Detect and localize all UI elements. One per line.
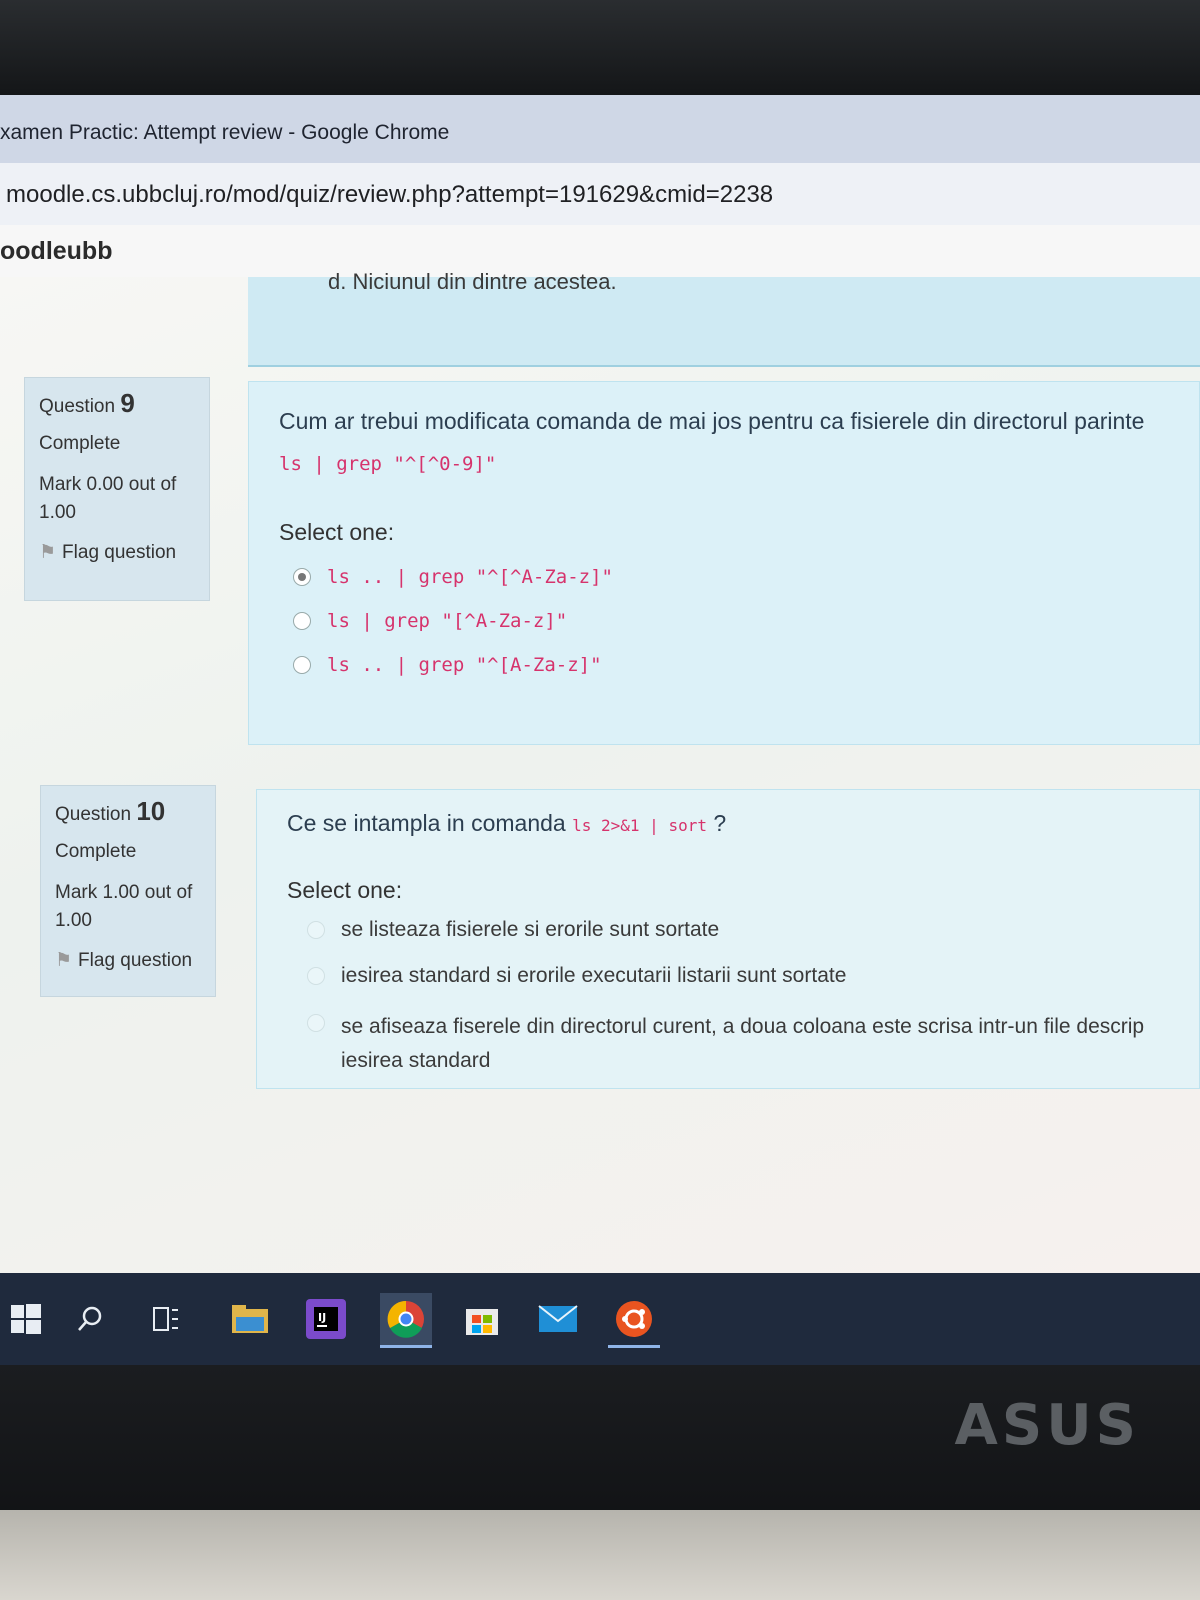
monitor-bezel-bottom: ASUS: [0, 1365, 1200, 1600]
answer-text[interactable]: se listeaza fisierele si erorile sunt so…: [341, 918, 719, 942]
chrome-icon[interactable]: [380, 1293, 432, 1348]
screen: xamen Practic: Attempt review - Google C…: [0, 95, 1200, 1365]
url-text[interactable]: moodle.cs.ubbcluj.ro/mod/quiz/review.php…: [6, 181, 773, 209]
monitor-bezel-top: [0, 0, 1200, 95]
mail-icon[interactable]: [532, 1293, 584, 1345]
task-view-icon[interactable]: [140, 1293, 192, 1345]
select-one-prompt: Select one:: [287, 877, 403, 903]
flag-question-link[interactable]: ⚑ Flag question: [39, 541, 195, 564]
answer-option[interactable]: ls .. | grep "^[A-Za-z]": [293, 654, 1169, 676]
window-titlebar: xamen Practic: Attempt review - Google C…: [0, 95, 1200, 164]
question-code: ls 2>&1 | sort: [572, 816, 707, 835]
radio-button[interactable]: [293, 656, 311, 674]
window-title: xamen Practic: Attempt review - Google C…: [0, 121, 450, 144]
question-grade: Mark 1.00 out of 1.00: [55, 882, 193, 931]
file-explorer-icon[interactable]: [224, 1293, 276, 1345]
answer-text[interactable]: iesirea standard si erorile executarii l…: [341, 964, 846, 988]
store-icon[interactable]: [456, 1293, 508, 1345]
search-icon[interactable]: [64, 1293, 116, 1345]
question-10-formulation: Ce se intampla in comanda ls 2>&1 | sort…: [256, 789, 1200, 1089]
answer-text[interactable]: ls | grep "[^A-Za-z]": [327, 610, 567, 632]
question-grade: Mark 0.00 out of 1.00: [39, 474, 177, 523]
desk-surface: [0, 1510, 1200, 1600]
question-number: Question 10: [55, 796, 166, 826]
question-code: ls | grep "^[^0-9]": [279, 453, 497, 475]
previous-question-tail: d. Niciunul din dintre acestea.: [248, 269, 1200, 367]
windows-taskbar: IJ: [0, 1273, 1200, 1365]
flag-icon[interactable]: ⚑: [55, 950, 72, 971]
radio-button[interactable]: [293, 568, 311, 586]
question-9-info: Question 9 Complete Mark 0.00 out of 1.0…: [24, 377, 210, 601]
intellij-icon[interactable]: IJ: [300, 1293, 352, 1345]
ubuntu-icon[interactable]: [608, 1293, 660, 1348]
address-bar[interactable]: moodle.cs.ubbcluj.ro/mod/quiz/review.php…: [0, 163, 1200, 227]
question-text: Ce se intampla in comanda ls 2>&1 | sort…: [287, 810, 727, 836]
windows-start-icon[interactable]: [0, 1293, 52, 1345]
answer-list: se listeaza fisierele si erorile sunt so…: [287, 918, 1169, 1078]
question-9-formulation: Cum ar trebui modificata comanda de mai …: [248, 381, 1200, 745]
page-content: d. Niciunul din dintre acestea. Question…: [0, 269, 1200, 1277]
answer-list: ls .. | grep "^[^A-Za-z]" ls | grep "[^A…: [279, 566, 1169, 676]
answer-option[interactable]: se listeaza fisierele si erorile sunt so…: [307, 918, 1169, 942]
answer-text[interactable]: se afiseaza fiserele din directorul cure…: [341, 1010, 1161, 1078]
select-one-prompt: Select one:: [279, 519, 395, 545]
question-10-info: Question 10 Complete Mark 1.00 out of 1.…: [40, 785, 216, 997]
svg-text:IJ: IJ: [318, 1311, 326, 1324]
radio-button[interactable]: [307, 921, 325, 939]
flag-icon[interactable]: ⚑: [39, 542, 56, 563]
previous-option-text: d. Niciunul din dintre acestea.: [328, 269, 617, 294]
answer-option[interactable]: iesirea standard si erorile executarii l…: [307, 964, 1169, 988]
answer-option[interactable]: se afiseaza fiserele din directorul cure…: [307, 1010, 1169, 1078]
asus-logo: ASUS: [954, 1393, 1140, 1458]
flag-question-link[interactable]: ⚑ Flag question: [55, 949, 201, 972]
answer-option[interactable]: ls .. | grep "^[^A-Za-z]": [293, 566, 1169, 588]
answer-text[interactable]: ls .. | grep "^[A-Za-z]": [327, 654, 602, 676]
question-state: Complete: [39, 433, 121, 454]
radio-button[interactable]: [307, 967, 325, 985]
question-number: Question 9: [39, 388, 135, 418]
question-text: Cum ar trebui modificata comanda de mai …: [279, 408, 1145, 434]
site-brand[interactable]: oodleubb: [0, 237, 112, 266]
radio-button[interactable]: [293, 612, 311, 630]
answer-option[interactable]: ls | grep "[^A-Za-z]": [293, 610, 1169, 632]
question-state: Complete: [55, 841, 137, 862]
radio-button[interactable]: [307, 1014, 325, 1032]
answer-text[interactable]: ls .. | grep "^[^A-Za-z]": [327, 566, 613, 588]
